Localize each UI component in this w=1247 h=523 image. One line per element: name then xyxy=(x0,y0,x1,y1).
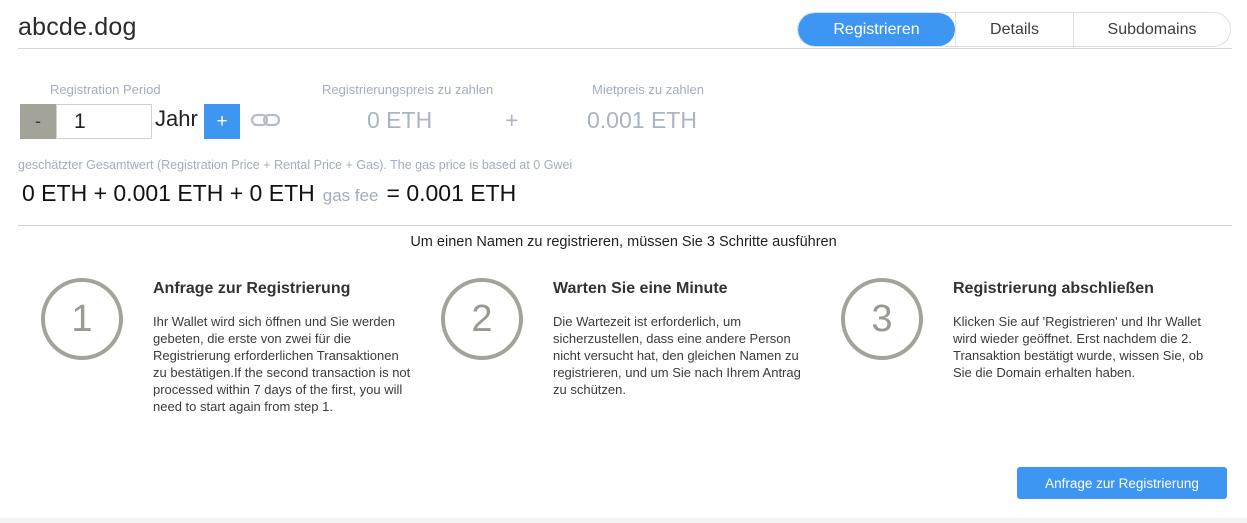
gas-fee-label: gas fee xyxy=(322,186,379,205)
estimated-total-label: geschätzter Gesamtwert (Registration Pri… xyxy=(18,158,573,172)
years-unit-label: Jahr xyxy=(155,106,198,131)
tab-bar: Registrieren Details Subdomains xyxy=(797,12,1231,47)
step-title: Anfrage zur Registrierung xyxy=(153,280,351,297)
tab-subdomains[interactable]: Subdomains xyxy=(1073,13,1230,46)
step-title: Warten Sie eine Minute xyxy=(553,280,728,297)
step-number-circle: 3 xyxy=(841,278,923,360)
registration-price-value: 0 ETH xyxy=(367,107,433,133)
registration-price-label: Registrierungspreis zu zahlen xyxy=(322,82,494,97)
price-plus-sign: + xyxy=(505,107,519,133)
domain-title: abcde.dog xyxy=(18,13,137,41)
section-divider xyxy=(18,225,1232,226)
years-input[interactable] xyxy=(56,104,152,139)
link-icon[interactable] xyxy=(250,110,281,130)
header-divider xyxy=(18,48,1232,49)
tab-registrieren[interactable]: Registrieren xyxy=(798,13,955,46)
estimated-total: 0 ETH + 0.001 ETH + 0 ETH gas fee = 0.00… xyxy=(22,180,516,207)
registration-card: abcde.dog Registrieren Details Subdomain… xyxy=(0,0,1247,518)
increment-years-button[interactable]: + xyxy=(204,104,240,139)
step-title: Registrierung abschließen xyxy=(953,280,1154,297)
step-number-circle: 2 xyxy=(441,278,523,360)
step-number-circle: 1 xyxy=(41,278,123,360)
step-description: Klicken Sie auf 'Registrieren' und Ihr W… xyxy=(953,314,1204,380)
request-registration-button[interactable]: Anfrage zur Registrierung xyxy=(1017,467,1227,499)
step-description: Die Wartezeit ist erforderlich, um siche… xyxy=(553,314,801,397)
total-result: = 0.001 ETH xyxy=(386,180,517,206)
registration-period-label: Registration Period xyxy=(50,82,161,97)
decrement-years-button[interactable]: - xyxy=(20,104,56,139)
step-description: Ihr Wallet wird sich öffnen und Sie werd… xyxy=(153,314,411,414)
tab-details[interactable]: Details xyxy=(955,13,1073,46)
rent-price-value: 0.001 ETH xyxy=(587,107,697,133)
steps-heading: Um einen Namen zu registrieren, müssen S… xyxy=(410,234,837,250)
rent-price-label: Mietpreis zu zahlen xyxy=(592,82,704,97)
total-expression: 0 ETH + 0.001 ETH + 0 ETH xyxy=(22,180,315,206)
